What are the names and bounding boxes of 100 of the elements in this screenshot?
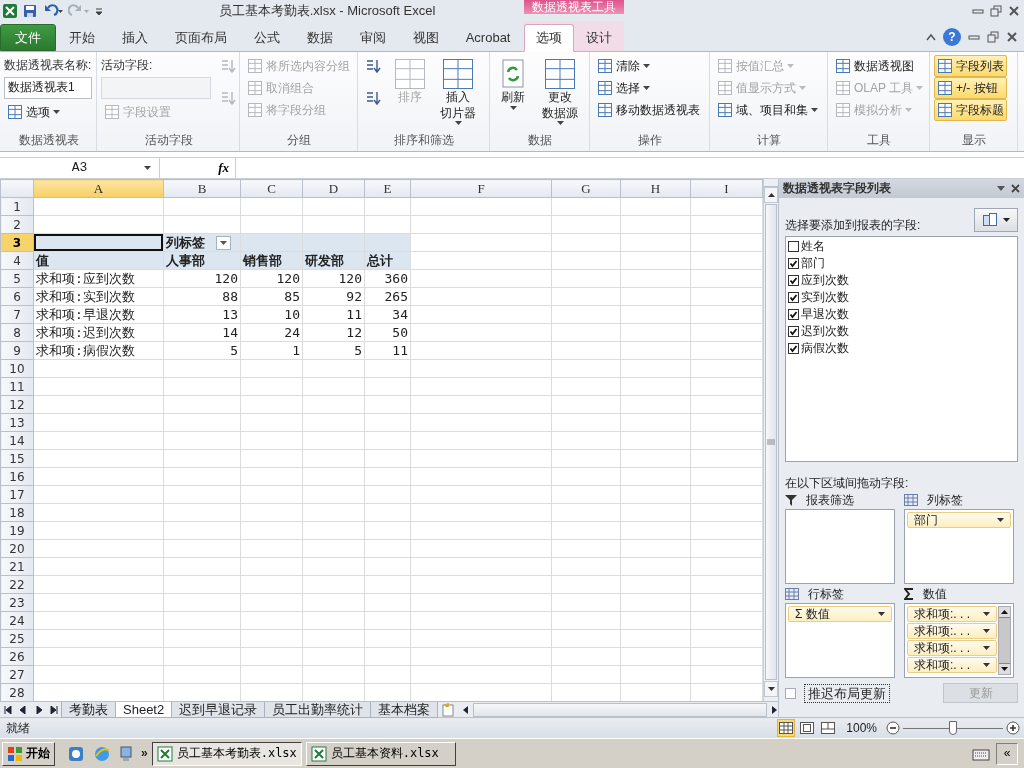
column-header[interactable]: G (551, 179, 621, 198)
drop-area[interactable]: 部门 (904, 509, 1014, 585)
scroll-thumb[interactable] (765, 204, 777, 680)
horizontal-scrollbar[interactable] (462, 702, 778, 717)
ribbon-button[interactable]: 域、项目和集 (714, 99, 821, 121)
taskbar-button[interactable]: 员工基本考勤表.xlsx (151, 741, 302, 766)
ribbon-tab[interactable]: 选项 (524, 24, 574, 52)
file-tab[interactable]: 文件 (0, 24, 56, 51)
restore-icon[interactable] (990, 5, 1002, 17)
field-chip[interactable]: 求和项:. . . (907, 606, 997, 623)
field-chip[interactable]: Σ 数值 (788, 606, 892, 623)
keyboard-icon[interactable] (972, 746, 990, 761)
column-header[interactable]: F (410, 179, 552, 198)
field-name[interactable]: 姓名 (801, 239, 825, 254)
excel-icon[interactable] (2, 3, 18, 19)
zoom-in-icon[interactable] (1006, 721, 1020, 735)
field-chip[interactable]: 求和项:. . . (907, 657, 997, 674)
save-icon[interactable] (22, 3, 38, 19)
field-name[interactable]: 应到次数 (801, 273, 849, 288)
name-box[interactable]: A3 (0, 158, 160, 178)
ribbon-button[interactable]: 选项 (4, 101, 92, 123)
ribbon-button[interactable]: 插入 切片器 (436, 55, 480, 129)
view-button[interactable] (777, 719, 796, 737)
zoom-out-icon[interactable] (886, 721, 900, 735)
ribbon-button[interactable]: 选择 (594, 77, 703, 99)
toggle-button[interactable]: 字段列表 (934, 55, 1007, 77)
column-header[interactable]: D (302, 179, 365, 198)
scroll-left-icon[interactable] (462, 705, 470, 714)
text-field[interactable]: 数据透视表1 (4, 77, 92, 99)
sheet-tab[interactable]: 员工出勤率统计 (264, 702, 372, 718)
field-name[interactable]: 迟到次数 (801, 324, 849, 339)
field-name[interactable]: 病假次数 (801, 341, 849, 356)
zoom-level[interactable]: 100% (846, 720, 877, 736)
scroll-up-button[interactable] (764, 187, 778, 203)
toggle-button[interactable]: +/- 按钮 (934, 77, 1007, 99)
sheet-tab[interactable]: 迟到早退记录 (171, 702, 266, 718)
vertical-scrollbar[interactable] (763, 179, 778, 701)
sheet-tab[interactable]: 考勤表 (61, 702, 116, 718)
checkbox[interactable] (788, 258, 799, 269)
field-name[interactable]: 早退次数 (801, 307, 849, 322)
column-header[interactable]: I (690, 179, 763, 198)
toggle-button[interactable]: 字段标题 (934, 99, 1007, 121)
app-icon[interactable] (67, 744, 85, 763)
field-name[interactable]: 实到次数 (801, 290, 849, 305)
ribbon-button[interactable]: 更改 数据源 (538, 55, 582, 129)
close-icon[interactable] (1006, 31, 1018, 43)
sheet-tab[interactable]: 基本档案 (370, 702, 439, 718)
column-header[interactable]: H (620, 179, 691, 198)
pane-menu-icon[interactable] (997, 186, 1005, 191)
next-sheet-icon[interactable] (34, 705, 43, 714)
field-name[interactable]: 部门 (801, 256, 825, 271)
ribbon-tab[interactable]: 数据 (298, 25, 342, 51)
view-button[interactable] (798, 719, 817, 737)
close-icon[interactable] (1011, 184, 1020, 193)
ribbon-button[interactable]: 刷新 (494, 55, 532, 129)
ribbon-button[interactable]: 移动数据透视表 (594, 99, 703, 121)
taskbar-button[interactable]: 员工基本资料.xlsx (305, 741, 456, 766)
ribbon-tab[interactable]: 审阅 (350, 25, 395, 51)
last-sheet-icon[interactable] (50, 705, 59, 714)
checkbox[interactable] (788, 326, 799, 337)
first-sheet-icon[interactable] (3, 705, 12, 714)
view-button[interactable] (819, 719, 838, 737)
checkbox[interactable] (788, 292, 799, 303)
column-header[interactable]: A (33, 179, 164, 198)
ribbon-tab[interactable]: 页面布局 (166, 25, 237, 51)
show-hidden-icons-button[interactable]: « (996, 742, 1018, 765)
checkbox[interactable] (785, 687, 796, 699)
checkbox-label[interactable]: 推迟布局更新 (804, 683, 890, 704)
drop-area[interactable]: Σ 数值 (785, 603, 895, 679)
ribbon-tab[interactable]: 视图 (403, 25, 448, 51)
ribbon-tab[interactable]: 公式 (245, 25, 290, 51)
checkbox[interactable] (788, 275, 799, 286)
overflow-button[interactable]: » (141, 746, 148, 761)
collapse-ribbon-icon[interactable] (926, 33, 936, 41)
field-chip[interactable]: 部门 (907, 512, 1011, 529)
slider-thumb[interactable] (949, 721, 957, 735)
ribbon-tab[interactable]: 开始 (60, 25, 105, 51)
scroll-down-button[interactable] (764, 681, 778, 697)
restore-icon[interactable] (987, 31, 999, 43)
checkbox[interactable] (788, 309, 799, 320)
start-button[interactable]: 开始 (2, 741, 55, 766)
ribbon-button[interactable]: 清除 (594, 55, 703, 77)
checkbox[interactable] (788, 343, 799, 354)
filter-dropdown-button[interactable] (216, 235, 231, 250)
vertical-scrollbar[interactable] (998, 606, 1011, 676)
undo-icon[interactable] (42, 3, 64, 19)
layout-button[interactable] (974, 208, 1018, 232)
sheet-tab[interactable]: Sheet2 (115, 702, 173, 718)
column-header[interactable]: E (364, 179, 411, 198)
drop-area[interactable]: 求和项:. . . 求和项:. . . 求和项:. . . 求和项:. . . (904, 603, 1014, 679)
column-header[interactable]: C (240, 179, 303, 198)
ribbon-button[interactable]: 数据透视图 (832, 55, 927, 77)
ribbon-tab[interactable]: Acrobat (456, 25, 520, 51)
field-chip[interactable]: 求和项:. . . (907, 640, 997, 657)
help-button[interactable]: ? (943, 28, 961, 46)
computer-icon[interactable] (119, 744, 133, 763)
zoom-slider[interactable] (903, 721, 1003, 735)
checkbox[interactable] (788, 241, 799, 252)
column-header[interactable]: B (163, 179, 241, 198)
close-icon[interactable] (1008, 5, 1020, 17)
